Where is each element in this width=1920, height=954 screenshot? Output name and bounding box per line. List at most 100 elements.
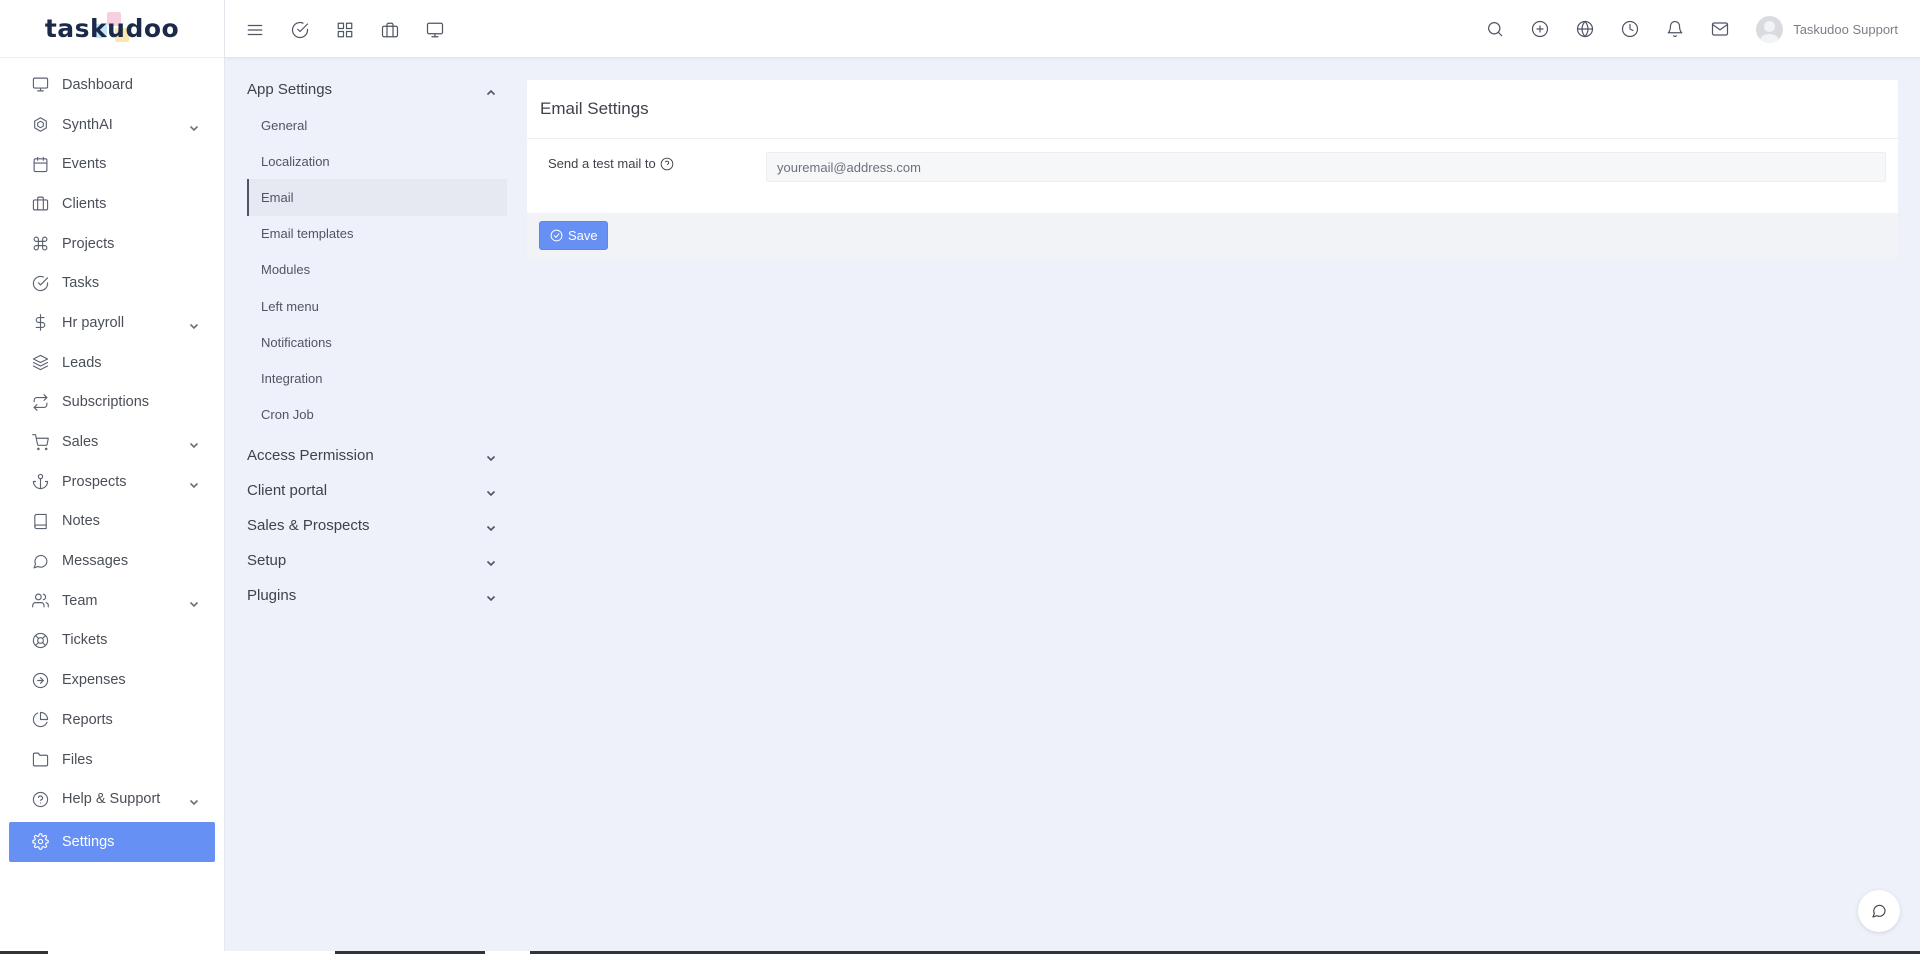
search-icon[interactable] [1482, 17, 1507, 42]
dollar-icon [31, 314, 49, 332]
sidebar-item-dashboard[interactable]: Dashboard [9, 65, 215, 105]
gear-icon [31, 833, 49, 851]
layers-icon [31, 354, 49, 372]
monitor-icon[interactable] [422, 17, 447, 42]
check-circle-icon [550, 229, 563, 242]
menu-icon[interactable] [242, 17, 267, 42]
sidebar-item-tickets[interactable]: Tickets [9, 621, 215, 661]
settings-section-app-settings[interactable]: App Settings [225, 72, 515, 107]
openai-icon [31, 116, 49, 134]
logo-text: taskudoo [44, 14, 180, 43]
sidebar-item-synthai[interactable]: SynthAI [9, 105, 215, 145]
sidebar-item-reports[interactable]: Reports [9, 700, 215, 740]
chat-button[interactable] [1858, 890, 1900, 932]
settings-item-modules[interactable]: Modules [247, 252, 507, 288]
left-sidebar: taskudoo Dashboard SynthAI Events Clients Pr… [0, 0, 225, 954]
save-button-label: Save [568, 228, 598, 243]
repeat-icon [31, 393, 49, 411]
topbar-left-icons [242, 17, 447, 42]
top-bar: Taskudoo Support [225, 0, 1920, 58]
page-title: Email Settings [527, 80, 1898, 139]
help-circle-icon[interactable] [660, 157, 674, 171]
sidebar-item-label: Expenses [62, 672, 126, 689]
sidebar-menu: Dashboard SynthAI Events Clients Projects Tas… [0, 58, 224, 862]
sidebar-item-expenses[interactable]: Expenses [9, 660, 215, 700]
calendar-icon [31, 155, 49, 173]
sidebar-item-label: Projects [62, 235, 115, 252]
settings-section-plugins[interactable]: Plugins [225, 578, 515, 613]
settings-item-left-menu[interactable]: Left menu [247, 288, 507, 324]
sidebar-item-tasks[interactable]: Tasks [9, 263, 215, 303]
monitor-icon [31, 76, 49, 94]
settings-item-localization[interactable]: Localization [247, 143, 507, 179]
users-icon [31, 592, 49, 610]
sidebar-item-label: Sales [62, 434, 99, 451]
chevron-down-icon [486, 450, 496, 467]
settings-section-title: Sales & Prospects [247, 516, 370, 534]
settings-section-access-permission[interactable]: Access Permission [225, 438, 515, 473]
email-settings-card: Email Settings Send a test mail to Save [527, 80, 1898, 259]
sidebar-item-messages[interactable]: Messages [9, 541, 215, 581]
settings-section-title: App Settings [247, 81, 333, 98]
sidebar-item-events[interactable]: Events [9, 144, 215, 184]
settings-section-setup[interactable]: Setup [225, 543, 515, 578]
check-circle-icon[interactable] [287, 17, 312, 42]
sidebar-item-settings[interactable]: Settings [9, 822, 215, 862]
chevron-down-icon [189, 794, 199, 812]
sidebar-item-help-and-support[interactable]: Help & Support [9, 779, 215, 819]
chevron-down-icon [189, 437, 199, 455]
bell-icon[interactable] [1662, 17, 1687, 42]
sidebar-item-label: Settings [62, 833, 115, 850]
settings-item-email[interactable]: Email [247, 179, 507, 216]
sidebar-item-label: Reports [62, 711, 113, 728]
cart-icon [31, 433, 49, 451]
sidebar-item-projects[interactable]: Projects [9, 224, 215, 264]
user-name[interactable]: Taskudoo Support [1793, 22, 1898, 37]
settings-item-email-templates[interactable]: Email templates [247, 216, 507, 252]
test-mail-input[interactable] [766, 152, 1886, 182]
test-mail-label-text: Send a test mail to [548, 156, 656, 171]
sidebar-item-label: Tasks [62, 275, 100, 292]
settings-section-client-portal[interactable]: Client portal [225, 473, 515, 508]
command-icon [31, 235, 49, 253]
save-button[interactable]: Save [539, 221, 608, 250]
chevron-down-icon [189, 596, 199, 614]
clock-icon[interactable] [1617, 17, 1642, 42]
plus-circle-icon[interactable] [1527, 17, 1552, 42]
help-circle-icon [31, 790, 49, 808]
logo[interactable]: taskudoo [0, 0, 224, 58]
chevron-down-icon [486, 590, 496, 607]
sidebar-item-label: SynthAI [62, 116, 113, 133]
sidebar-item-subscriptions[interactable]: Subscriptions [9, 383, 215, 423]
sidebar-item-label: Prospects [62, 473, 127, 490]
settings-item-integration[interactable]: Integration [247, 360, 507, 396]
sidebar-item-notes[interactable]: Notes [9, 502, 215, 542]
chevron-down-icon [486, 555, 496, 572]
sidebar-item-clients[interactable]: Clients [9, 184, 215, 224]
chevron-down-icon [189, 477, 199, 495]
settings-section-title: Setup [247, 551, 287, 569]
sidebar-item-label: Hr payroll [62, 314, 125, 331]
sidebar-item-files[interactable]: Files [9, 740, 215, 780]
chevron-down-icon [189, 120, 199, 138]
settings-nav: App Settings General Localization Email Emai… [225, 58, 515, 954]
sidebar-item-hr-payroll[interactable]: Hr payroll [9, 303, 215, 343]
mail-icon[interactable] [1707, 17, 1732, 42]
grid-icon[interactable] [332, 17, 357, 42]
sidebar-item-label: Notes [62, 513, 100, 530]
globe-icon[interactable] [1572, 17, 1597, 42]
settings-section-sales-and-prospects[interactable]: Sales & Prospects [225, 508, 515, 543]
settings-section-title: Plugins [247, 586, 297, 604]
briefcase-icon[interactable] [377, 17, 402, 42]
sidebar-item-prospects[interactable]: Prospects [9, 462, 215, 502]
sidebar-item-team[interactable]: Team [9, 581, 215, 621]
anchor-icon [31, 473, 49, 491]
settings-item-general[interactable]: General [247, 107, 507, 143]
avatar[interactable] [1756, 15, 1784, 43]
card-footer: Save [527, 213, 1898, 259]
settings-item-cron-job[interactable]: Cron Job [247, 397, 507, 433]
sidebar-item-sales[interactable]: Sales [9, 422, 215, 462]
sidebar-item-leads[interactable]: Leads [9, 343, 215, 383]
settings-item-notifications[interactable]: Notifications [247, 324, 507, 360]
topbar-right-icons [1462, 17, 1732, 42]
